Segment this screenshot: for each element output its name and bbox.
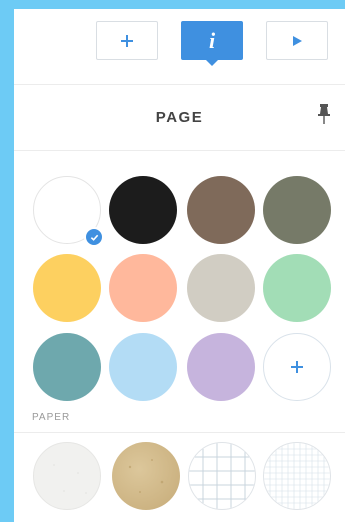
color-swatch[interactable] xyxy=(109,333,177,401)
fine-grid-paper-texture xyxy=(264,443,330,509)
checkmark-icon xyxy=(84,227,104,247)
page-title: PAGE xyxy=(155,109,204,126)
grid-paper-texture xyxy=(189,443,255,509)
info-icon: i xyxy=(208,27,216,53)
color-swatch[interactable] xyxy=(109,254,177,322)
paper-swatch-fine-grid[interactable] xyxy=(263,442,331,510)
paper-swatch-plain[interactable] xyxy=(33,442,101,510)
color-swatch[interactable] xyxy=(187,176,255,244)
color-swatch[interactable] xyxy=(33,333,101,401)
paper-swatch-grid[interactable] xyxy=(188,442,256,510)
play-button[interactable] xyxy=(266,21,328,60)
paper-swatch-kraft[interactable] xyxy=(112,442,180,510)
section-label-paper: PAPER xyxy=(32,412,71,423)
color-swatch[interactable] xyxy=(109,176,177,244)
page-settings-panel: i PAGE PAPER xyxy=(14,9,345,522)
add-button[interactable] xyxy=(96,21,158,60)
color-swatch[interactable] xyxy=(263,176,331,244)
toolbar: i xyxy=(14,9,345,85)
color-swatch[interactable] xyxy=(263,254,331,322)
add-color-button[interactable] xyxy=(263,333,331,401)
pin-icon[interactable] xyxy=(317,103,331,125)
play-icon xyxy=(293,35,302,46)
page-header: PAGE xyxy=(14,85,345,151)
plain-paper-texture xyxy=(53,464,87,494)
color-swatch[interactable] xyxy=(33,176,104,247)
plus-icon xyxy=(291,361,303,373)
kraft-paper-texture xyxy=(128,459,164,493)
info-button[interactable]: i xyxy=(181,21,243,66)
divider xyxy=(14,432,345,433)
color-swatch[interactable] xyxy=(187,333,255,401)
color-swatch[interactable] xyxy=(187,254,255,322)
color-swatch[interactable] xyxy=(33,254,101,322)
plus-icon xyxy=(121,34,133,47)
